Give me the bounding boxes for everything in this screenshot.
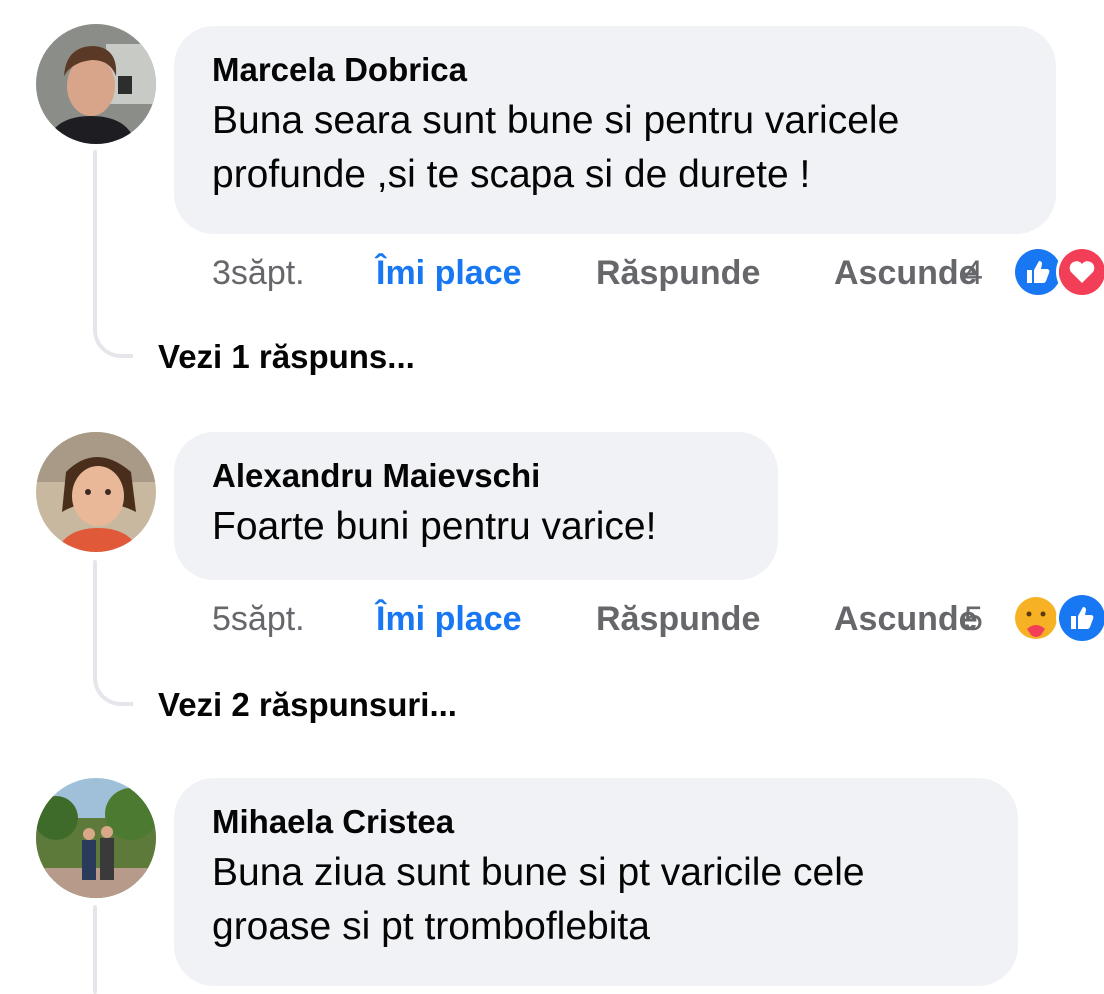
comment-text-line: Buna seara sunt bune si pentru varicele [212,99,900,142]
comment-text-line: Buna ziua sunt bune si pt varicile cele [212,851,865,894]
love-icon[interactable] [1056,246,1104,298]
comment-timestamp[interactable]: 3săpt. [212,254,376,293]
reply-button[interactable]: Răspunde [596,600,834,639]
comment-text: Buna seara sunt bune si pentru varicele … [212,94,1018,202]
comment-bubble: Mihaela Cristea Buna ziua sunt bune si p… [174,778,1018,986]
care-icon[interactable] [1010,592,1062,644]
comment-actions: 3săpt. Îmi place Răspunde Ascunde [212,248,978,298]
comment-text-line: profunde ,si te scapa si de durete ! [212,153,811,196]
like-button[interactable]: Îmi place [376,600,596,639]
like-button[interactable]: Îmi place [376,254,596,293]
hide-button[interactable]: Ascunde [834,600,978,639]
comment-bubble: Alexandru Maievschi Foarte buni pentru v… [174,432,778,580]
comment-text: Buna ziua sunt bune si pt varicile cele … [212,846,980,954]
comment-actions: 5săpt. Îmi place Răspunde Ascunde [212,594,978,644]
comment-text-line: groase si pt tromboflebita [212,905,650,948]
avatar[interactable] [36,24,156,144]
thread-line [93,560,97,670]
reaction-count[interactable]: 5 [964,600,983,639]
view-replies-link[interactable]: Vezi 1 răspuns... [158,338,415,376]
avatar[interactable] [36,432,156,552]
thread-line [93,150,97,320]
view-replies-link[interactable]: Vezi 2 răspunsuri... [158,686,457,724]
thread-curve [93,666,133,706]
reply-button[interactable]: Răspunde [596,254,834,293]
hide-button[interactable]: Ascunde [834,254,978,293]
comment-bubble: Marcela Dobrica Buna seara sunt bune si … [174,26,1056,234]
comment-author[interactable]: Mihaela Cristea [212,802,980,842]
thread-line [93,905,97,994]
comment-author[interactable]: Alexandru Maievschi [212,456,740,496]
comment-text: Foarte buni pentru varice! [212,500,740,554]
comment-text-line: Foarte buni pentru varice! [212,505,657,548]
comment-author[interactable]: Marcela Dobrica [212,50,1018,90]
comment-timestamp[interactable]: 5săpt. [212,600,376,639]
thread-curve [93,318,133,358]
avatar[interactable] [36,778,156,898]
like-icon[interactable] [1056,592,1104,644]
reaction-count[interactable]: 4 [964,254,983,293]
